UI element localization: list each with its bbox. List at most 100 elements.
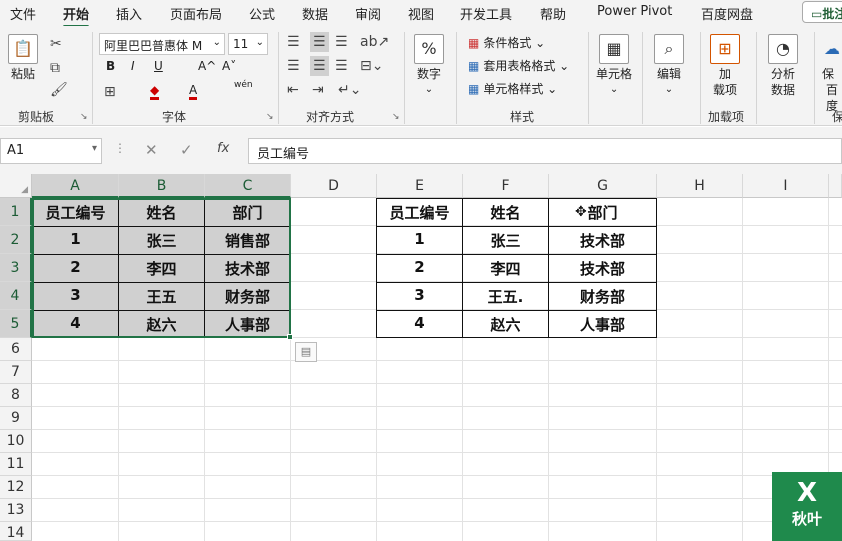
- row-header-7[interactable]: 7: [0, 361, 32, 384]
- copy-icon[interactable]: ⧉: [50, 60, 60, 76]
- align-middle-icon[interactable]: ☰: [310, 32, 329, 52]
- name-box[interactable]: A1 ▾: [0, 138, 102, 164]
- row-header-1[interactable]: 1: [0, 198, 32, 226]
- increase-indent-icon[interactable]: ⇥: [312, 82, 324, 98]
- row-header-12[interactable]: 12: [0, 476, 32, 499]
- cell-c2[interactable]: 销售部: [204, 230, 291, 251]
- comment-button[interactable]: ▭批注: [802, 1, 842, 23]
- cell-e5[interactable]: 4: [376, 314, 463, 332]
- column-header-i[interactable]: I: [743, 174, 829, 198]
- format-as-table-button[interactable]: ▦ 套用表格格式 ⌄: [468, 57, 569, 74]
- row-header-11[interactable]: 11: [0, 453, 32, 476]
- bold-button[interactable]: B: [106, 59, 115, 73]
- menu-formulas[interactable]: 公式: [249, 4, 275, 23]
- column-header-d[interactable]: D: [291, 174, 377, 198]
- cell-a1[interactable]: 员工编号: [32, 202, 119, 223]
- font-color-icon[interactable]: A: [189, 82, 198, 100]
- align-center-icon[interactable]: ☰: [310, 56, 329, 76]
- row-header-13[interactable]: 13: [0, 499, 32, 522]
- fill-color-icon[interactable]: ◆: [150, 82, 160, 100]
- cell-c4[interactable]: 财务部: [204, 286, 291, 307]
- font-launcher-icon[interactable]: ↘: [266, 112, 274, 122]
- align-bottom-icon[interactable]: ☰: [335, 34, 348, 50]
- cell-g1[interactable]: 部门: [548, 202, 657, 223]
- analyze-data-button[interactable]: ◔ 分析 数据: [768, 34, 798, 98]
- cell-a4[interactable]: 3: [32, 286, 119, 304]
- orientation-icon[interactable]: ab↗: [360, 34, 389, 50]
- borders-icon[interactable]: ⊞: [104, 84, 116, 100]
- cell-g2[interactable]: 技术部: [548, 230, 657, 251]
- menu-file[interactable]: 文件: [10, 4, 36, 23]
- italic-button[interactable]: I: [131, 59, 135, 73]
- menu-data[interactable]: 数据: [302, 4, 328, 23]
- row-header-10[interactable]: 10: [0, 430, 32, 453]
- font-size-combo[interactable]: 11 ⌄: [228, 33, 268, 55]
- cell-f3[interactable]: 李四: [462, 258, 549, 279]
- clipboard-launcher-icon[interactable]: ↘: [80, 112, 88, 122]
- cell-g4[interactable]: 财务部: [548, 286, 657, 307]
- align-right-icon[interactable]: ☰: [335, 58, 348, 74]
- menu-home[interactable]: 开始: [63, 4, 90, 28]
- align-left-icon[interactable]: ☰: [287, 58, 300, 74]
- cell-b1[interactable]: 姓名: [118, 202, 205, 223]
- shrink-font-button[interactable]: A˅: [222, 59, 236, 73]
- cell-styles-button[interactable]: ▦ 单元格样式 ⌄: [468, 80, 557, 97]
- paste-button[interactable]: 📋 粘贴: [8, 34, 38, 82]
- cell-b2[interactable]: 张三: [118, 230, 205, 251]
- cell-c5[interactable]: 人事部: [204, 314, 291, 335]
- cell-a2[interactable]: 1: [32, 230, 119, 248]
- cell-f4[interactable]: 王五.: [462, 286, 549, 307]
- cell-c1[interactable]: 部门: [204, 202, 291, 223]
- row-header-4[interactable]: 4: [0, 282, 32, 310]
- select-all-button[interactable]: ◢: [0, 174, 32, 198]
- menu-view[interactable]: 视图: [408, 4, 434, 23]
- insert-function-icon[interactable]: fx: [217, 141, 229, 156]
- row-header-14[interactable]: 14: [0, 522, 32, 541]
- formula-input[interactable]: 员工编号: [248, 138, 842, 164]
- cell-c3[interactable]: 技术部: [204, 258, 291, 279]
- cell-f5[interactable]: 赵六: [462, 314, 549, 335]
- cell-a3[interactable]: 2: [32, 258, 119, 276]
- alignment-launcher-icon[interactable]: ↘: [392, 112, 400, 122]
- column-header-h[interactable]: H: [657, 174, 743, 198]
- column-header-a[interactable]: A: [32, 174, 119, 198]
- row-header-6[interactable]: 6: [0, 338, 32, 361]
- format-painter-icon[interactable]: 🖌: [50, 82, 68, 98]
- column-header-b[interactable]: B: [119, 174, 205, 198]
- decrease-indent-icon[interactable]: ⇤: [287, 82, 299, 98]
- row-header-8[interactable]: 8: [0, 384, 32, 407]
- addins-button[interactable]: ⊞ 加 载项: [710, 34, 740, 98]
- menu-developer[interactable]: 开发工具: [460, 4, 512, 23]
- menu-baidu-netdisk[interactable]: 百度网盘: [701, 4, 753, 23]
- cell-g3[interactable]: 技术部: [548, 258, 657, 279]
- quick-analysis-icon[interactable]: ▤: [295, 342, 317, 362]
- column-header-c[interactable]: C: [205, 174, 291, 198]
- wrap-text-icon[interactable]: ↵⌄: [338, 82, 361, 98]
- row-header-9[interactable]: 9: [0, 407, 32, 430]
- menu-insert[interactable]: 插入: [116, 4, 142, 23]
- cell-g5[interactable]: 人事部: [548, 314, 657, 335]
- cell-e1[interactable]: 员工编号: [376, 202, 463, 223]
- grow-font-button[interactable]: A^: [198, 59, 216, 73]
- cancel-icon[interactable]: ✕: [145, 141, 158, 159]
- column-header-j[interactable]: [829, 174, 842, 198]
- underline-button[interactable]: U: [154, 59, 163, 73]
- conditional-formatting-button[interactable]: ▦ 条件格式 ⌄: [468, 34, 545, 51]
- phonetic-button[interactable]: wén: [234, 80, 253, 90]
- cell-e4[interactable]: 3: [376, 286, 463, 304]
- cell-f1[interactable]: 姓名: [462, 202, 549, 223]
- cell-b5[interactable]: 赵六: [118, 314, 205, 335]
- cell-f2[interactable]: 张三: [462, 230, 549, 251]
- row-header-5[interactable]: 5: [0, 310, 32, 338]
- font-name-combo[interactable]: 阿里巴巴普惠体 M ⌄: [99, 33, 225, 55]
- column-header-g[interactable]: G: [549, 174, 657, 198]
- enter-icon[interactable]: ✓: [180, 141, 193, 159]
- number-format-button[interactable]: % 数字 ⌄: [414, 34, 444, 98]
- menu-review[interactable]: 审阅: [355, 4, 381, 23]
- cell-e2[interactable]: 1: [376, 230, 463, 248]
- cell-b4[interactable]: 王五: [118, 286, 205, 307]
- more-options-icon[interactable]: ⋮: [114, 141, 126, 155]
- menu-help[interactable]: 帮助: [540, 4, 566, 23]
- row-header-2[interactable]: 2: [0, 226, 32, 254]
- menu-power-pivot[interactable]: Power Pivot: [597, 4, 672, 19]
